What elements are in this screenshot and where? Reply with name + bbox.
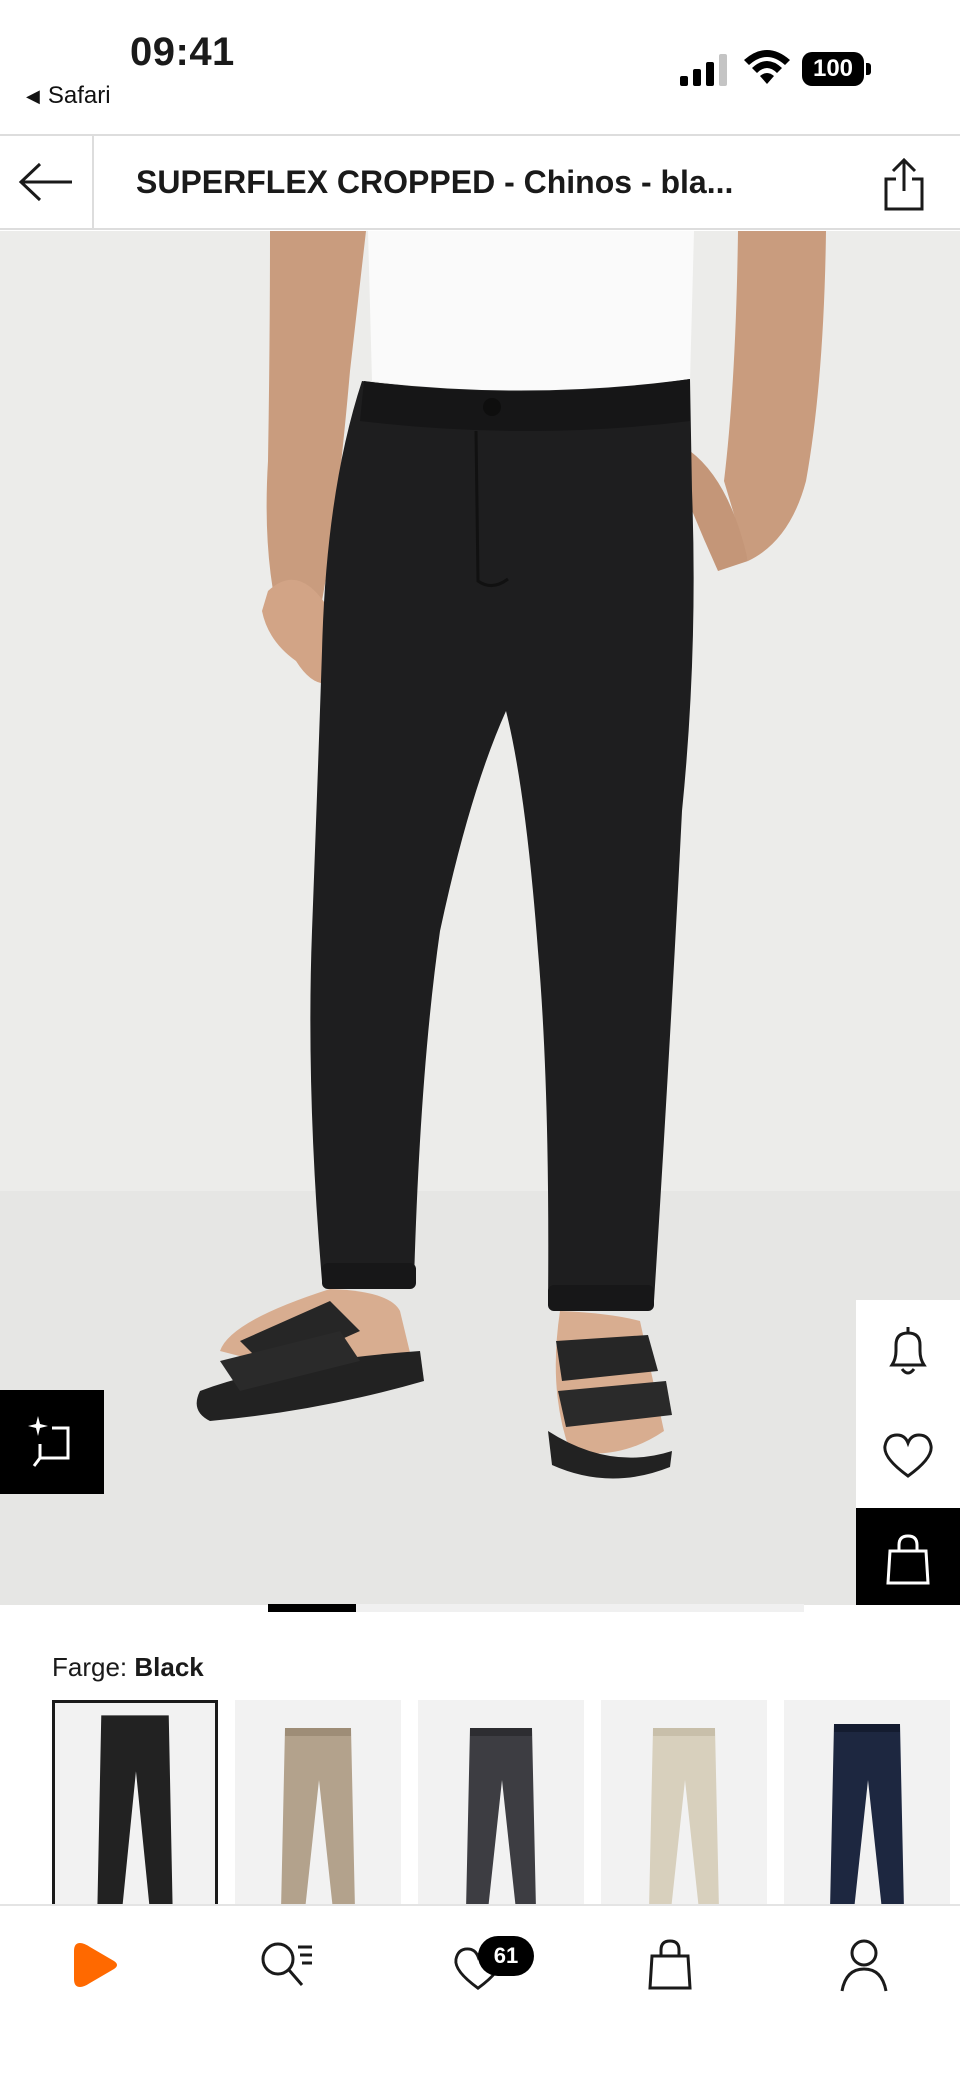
- pants-thumbnail: [97, 1715, 173, 1907]
- share-icon: [884, 157, 924, 211]
- back-to-safari-link[interactable]: ◀ Safari: [26, 82, 111, 110]
- nav-home[interactable]: [54, 1930, 138, 2000]
- status-bar: 09:41 ◀ Safari 100: [0, 0, 960, 134]
- share-button[interactable]: [874, 154, 934, 214]
- bag-icon: [648, 1939, 692, 1990]
- color-swatch-navy[interactable]: [784, 1700, 950, 1910]
- product-header: SUPERFLEX CROPPED - Chinos - bla...: [0, 134, 960, 230]
- product-side-actions: [856, 1300, 960, 1605]
- similar-items-button[interactable]: [0, 1390, 104, 1494]
- color-label-prefix: Farge:: [52, 1652, 128, 1682]
- pants-thumbnail: [649, 1728, 719, 1910]
- wifi-icon: [744, 50, 790, 84]
- bottom-navigation: 61: [0, 1904, 960, 2086]
- pants-thumbnail: [466, 1728, 536, 1910]
- color-swatch-cream[interactable]: [601, 1700, 767, 1910]
- color-swatch-black[interactable]: [52, 1700, 218, 1910]
- back-triangle-icon: ◀: [26, 85, 40, 106]
- selected-color-name: Black: [134, 1652, 204, 1682]
- color-swatch-dark-grey[interactable]: [418, 1700, 584, 1910]
- product-photo: [0, 231, 960, 1605]
- search-icon: [261, 1942, 312, 1986]
- battery-tip: [866, 63, 871, 75]
- home-logo-icon: [74, 1943, 117, 1987]
- nav-search[interactable]: [246, 1930, 330, 2000]
- profile-icon: [840, 1939, 888, 1992]
- wishlist-button[interactable]: [856, 1404, 960, 1508]
- add-to-bag-button[interactable]: [856, 1508, 960, 1605]
- bell-icon: [889, 1327, 927, 1375]
- pants-thumbnail: [281, 1728, 355, 1910]
- color-swatch-beige[interactable]: [235, 1700, 401, 1910]
- nav-bag[interactable]: [628, 1930, 712, 2000]
- wishlist-count-badge: 61: [478, 1936, 534, 1976]
- back-app-label: Safari: [47, 82, 111, 109]
- cellular-signal-icon: [680, 54, 727, 86]
- battery-indicator: 100: [802, 52, 872, 86]
- color-label: Farge: Black: [52, 1652, 204, 1683]
- color-swatches: [52, 1700, 960, 1910]
- gallery-pager: [0, 1604, 960, 1612]
- status-time: 09:41: [130, 30, 235, 74]
- product-page: 09:41 ◀ Safari 100 SUPERFLEX CROPPED - C…: [0, 0, 960, 2086]
- pants-thumbnail: [830, 1724, 904, 1910]
- nav-wishlist[interactable]: 61: [438, 1930, 534, 2000]
- battery-level: 100: [802, 52, 864, 86]
- notify-button[interactable]: [856, 1300, 960, 1404]
- nav-profile[interactable]: [822, 1930, 906, 2000]
- arrow-left-icon: [18, 162, 72, 202]
- bag-icon: [886, 1534, 930, 1585]
- sparkle-crop-icon: [28, 1416, 70, 1467]
- back-button[interactable]: [0, 136, 94, 228]
- pager-thumb: [268, 1604, 356, 1612]
- page-title: SUPERFLEX CROPPED - Chinos - bla...: [136, 164, 734, 200]
- product-image-gallery[interactable]: [0, 231, 960, 1605]
- heart-icon: [883, 1433, 933, 1478]
